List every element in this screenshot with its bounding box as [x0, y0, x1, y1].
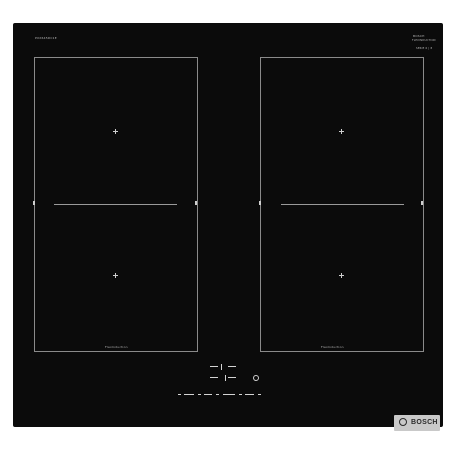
crosshair-icon: [339, 129, 344, 134]
crosshair-icon: [113, 129, 118, 134]
badge-series: SERIE 6 | 8: [416, 47, 433, 50]
brand-logo: BOSCH: [394, 415, 440, 431]
left-zone-label: FlexInduction: [105, 345, 128, 349]
power-icon[interactable]: [253, 375, 259, 381]
badge-brand: BOSCH: [413, 34, 425, 38]
left-zone-side-marker: [195, 201, 197, 205]
bosch-ring-icon: [399, 418, 407, 426]
crosshair-icon: [339, 273, 344, 278]
right-zone-label: FlexInduction: [321, 345, 344, 349]
feature-badge: BOSCH FLEXINDUCTION SERIE 6 | 8: [411, 34, 441, 56]
right-zone-side-marker: [259, 201, 261, 205]
badge-feature: FLEXINDUCTION: [412, 39, 436, 42]
touch-control-strip[interactable]: [178, 391, 268, 399]
brand-name: BOSCH: [411, 419, 438, 426]
right-zone-side-marker: [421, 201, 423, 205]
left-zone-side-marker: [33, 201, 35, 205]
right-zone-divider: [281, 204, 404, 205]
zone-selector-icon[interactable]: [210, 363, 240, 385]
model-code: PXX645DC1E: [35, 36, 57, 40]
left-zone-divider: [54, 204, 177, 205]
induction-hob: PXX645DC1E BOSCH FLEXINDUCTION SERIE 6 |…: [13, 23, 443, 431]
crosshair-icon: [113, 273, 118, 278]
